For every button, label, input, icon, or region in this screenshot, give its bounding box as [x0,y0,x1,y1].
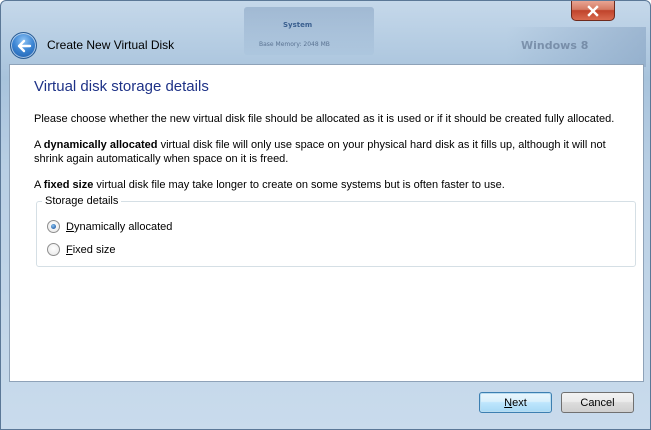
dynamically-allocated-option[interactable]: Dynamically allocated [47,220,172,233]
dynamically-allocated-label: Dynamically allocated [66,220,173,233]
background-text-1: System [283,21,313,29]
dynamic-term: dynamically allocated [43,139,158,151]
radio-fixed-size[interactable] [47,243,60,256]
next-button[interactable]: Next [479,392,552,413]
fixed-size-option[interactable]: Fixed size [47,243,116,256]
fixed-term: fixed size [43,179,94,191]
wizard-page: Virtual disk storage details Please choo… [9,64,644,382]
intro-text: Please choose whether the new virtual di… [34,113,615,125]
dynamic-description: A dynamically allocated virtual disk fil… [34,139,606,165]
close-icon [587,4,599,17]
fixed-description: A fixed size virtual disk file may take … [34,179,505,191]
radio-selected-dot [51,224,56,229]
back-button[interactable] [10,32,37,59]
background-text-3: Windows 8 [521,39,589,52]
background-text-2: Base Memory: 2048 MB [259,41,330,48]
radio-dynamically-allocated[interactable] [47,220,60,233]
window-title: Create New Virtual Disk [47,38,175,52]
page-heading: Virtual disk storage details [34,78,209,95]
back-arrow-icon [17,39,31,52]
storage-details-label: Storage details [42,195,122,207]
cancel-button[interactable]: Cancel [561,392,634,413]
dialog-window: System Base Memory: 2048 MB Windows 8 Cr… [0,0,651,430]
fixed-size-label: Fixed size [66,243,116,256]
storage-details-group [36,201,636,267]
close-button[interactable] [571,1,615,21]
